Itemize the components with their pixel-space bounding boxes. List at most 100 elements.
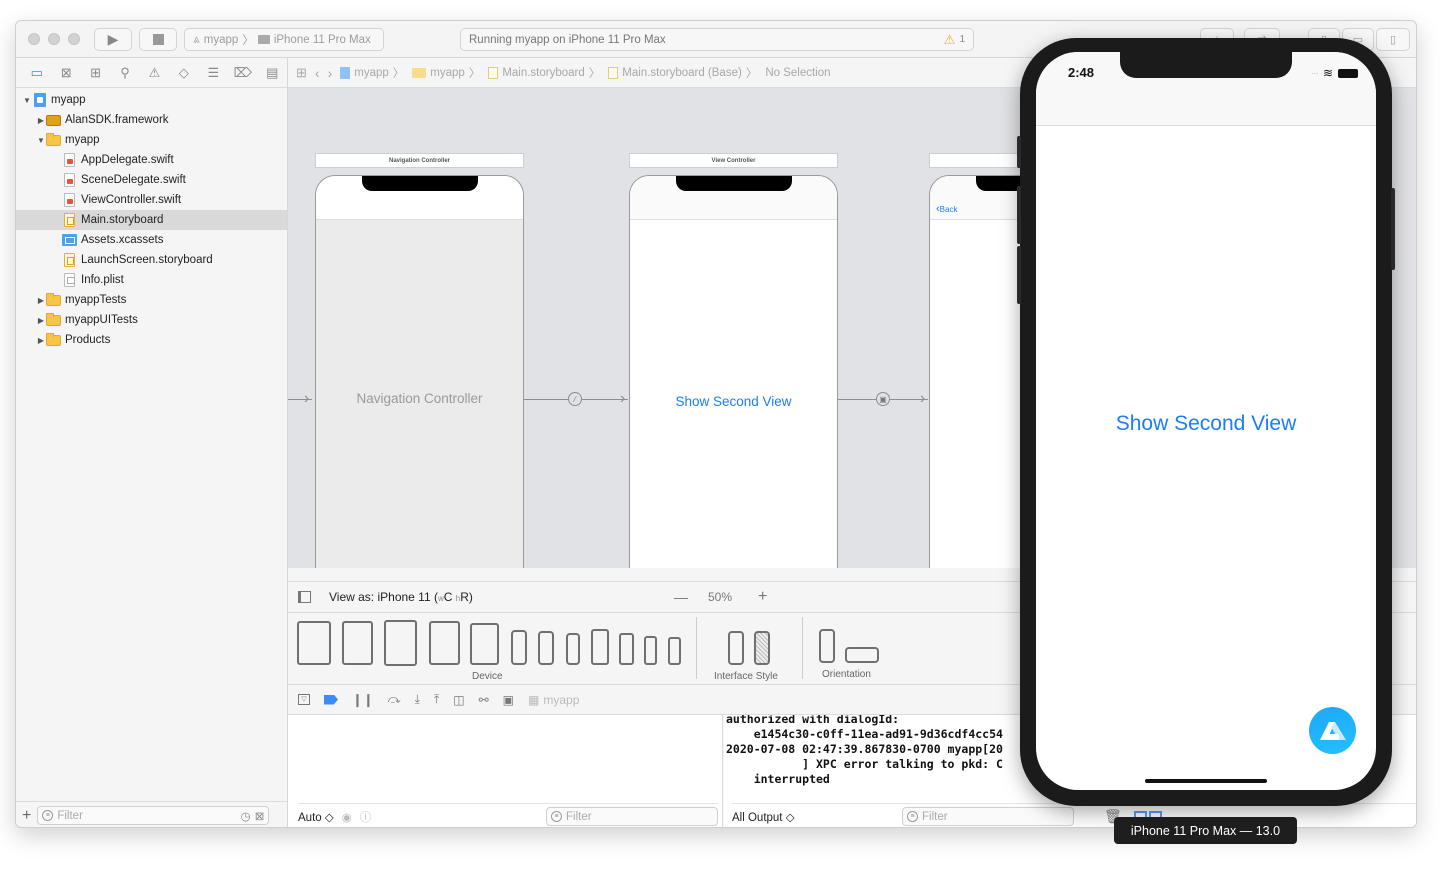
zoom-window-button[interactable] (68, 33, 80, 45)
minimize-window-button[interactable] (48, 33, 60, 45)
scene-view-controller[interactable]: Show Second View (629, 175, 838, 568)
tree-item[interactable]: AppDelegate.swift (16, 150, 287, 170)
simulator-screen[interactable]: 2:48 ···· ≋ Show Second View (1036, 52, 1376, 790)
tree-item[interactable]: SceneDelegate.swift (16, 170, 287, 190)
memory-graph-icon[interactable]: ⚯ (479, 693, 489, 707)
disclosure-right-icon[interactable]: ▶ (36, 316, 46, 325)
show-second-view-button[interactable]: Show Second View (630, 394, 837, 409)
run-button[interactable]: ▶ (94, 28, 132, 51)
device-iphone-se-icon[interactable] (644, 636, 657, 665)
folder-icon[interactable]: ▭ (22, 63, 51, 83)
light-appearance-icon[interactable] (728, 631, 744, 665)
search-icon[interactable]: ⚲ (110, 63, 139, 83)
step-into-icon[interactable]: ⤓ (415, 692, 420, 707)
tree-item[interactable]: ▶ AlanSDK.framework (16, 110, 287, 130)
tree-item[interactable]: LaunchScreen.storyboard (16, 250, 287, 270)
breadcrumb-localization[interactable]: Main.storyboard (Base) 〉 (608, 65, 757, 81)
location-icon[interactable]: ▦ (528, 693, 539, 707)
step-over-icon[interactable]: ⤼ (388, 692, 401, 707)
breadcrumb-selection[interactable]: No Selection (765, 67, 830, 79)
variables-scope-select[interactable]: Auto ◇ (298, 810, 334, 824)
tree-item[interactable]: ▶ Products (16, 330, 287, 350)
back-arrow-icon[interactable]: ‹ (315, 65, 320, 81)
disclosure-right-icon[interactable]: ▶ (36, 336, 46, 345)
device-iphone-11-icon[interactable] (538, 631, 554, 665)
source-control-icon[interactable]: ⊠ (51, 63, 80, 83)
volume-down-button[interactable] (1017, 246, 1021, 304)
environment-overrides-icon[interactable]: ▣ (503, 693, 514, 707)
scene-title-view-controller[interactable]: View Controller (629, 153, 838, 168)
volume-up-button[interactable] (1017, 186, 1021, 244)
disclosure-down-icon[interactable]: ▼ (22, 96, 32, 105)
console-filter-input[interactable]: ≡ Filter (902, 807, 1074, 826)
source-control-filter-icon[interactable]: ⊠ (255, 809, 265, 823)
device-iphone-11-pro-max-icon[interactable] (511, 630, 527, 665)
device-iphone-8-plus-icon[interactable] (591, 629, 609, 665)
relationship-segue-icon[interactable]: ⁄ (568, 392, 582, 406)
close-window-button[interactable] (28, 33, 40, 45)
stop-button[interactable] (139, 28, 177, 51)
disclosure-right-icon[interactable]: ▶ (36, 296, 46, 305)
device-iphone-4s-icon[interactable] (668, 637, 681, 665)
home-indicator[interactable] (1145, 779, 1267, 783)
output-select[interactable]: All Output ◇ (732, 810, 795, 824)
report-bubble-icon[interactable]: ▤ (258, 63, 287, 83)
breadcrumb-file[interactable]: Main.storyboard 〉 (488, 65, 600, 81)
alan-voice-button[interactable] (1309, 707, 1356, 754)
show-segue-icon[interactable]: ▣ (876, 392, 890, 406)
pause-icon[interactable]: ❙❙ (352, 692, 374, 708)
side-power-button[interactable] (1391, 188, 1395, 270)
zoom-level[interactable]: 50% (708, 590, 732, 604)
silent-switch[interactable] (1017, 136, 1021, 168)
test-diamond-icon[interactable]: ◇ (169, 63, 198, 83)
tree-item[interactable]: Info.plist (16, 270, 287, 290)
tree-item[interactable]: ▼ myapp (16, 90, 287, 110)
device-iphone-11-pro-icon[interactable] (566, 633, 580, 665)
recent-files-icon[interactable]: ◷ (241, 809, 251, 823)
warning-indicator[interactable]: ⚠ 1 (944, 32, 965, 48)
device-ipad-pro-11-icon[interactable] (342, 621, 373, 665)
portrait-orientation-icon[interactable] (819, 629, 835, 663)
document-outline-toggle-icon[interactable] (298, 591, 311, 603)
debug-list-icon[interactable]: ☰ (199, 63, 228, 83)
warning-icon[interactable]: ⚠ (140, 63, 169, 83)
zoom-out-button[interactable]: — (674, 589, 688, 605)
zoom-in-button[interactable]: + (758, 588, 767, 606)
breadcrumb-folder[interactable]: myapp 〉 (412, 65, 480, 81)
device-ipad-icon[interactable] (429, 621, 460, 665)
tree-item-selected[interactable]: Main.storyboard (16, 210, 287, 230)
info-icon[interactable]: ⓘ (360, 809, 372, 825)
tree-item[interactable]: ▼ myapp (16, 130, 287, 150)
device-ipad-air-icon[interactable] (384, 620, 417, 666)
dark-appearance-icon[interactable] (754, 631, 770, 665)
variables-filter-input[interactable]: ≡ Filter (546, 807, 718, 826)
breadcrumb-project[interactable]: myapp 〉 (340, 65, 404, 81)
tree-item[interactable]: Assets.xcassets (16, 230, 287, 250)
back-button[interactable]: ‹Back (936, 203, 957, 215)
scheme-selector[interactable]: ⩓ myapp 〉 iPhone 11 Pro Max (184, 28, 384, 51)
view-as-button[interactable]: View as: iPhone 11 (wC hR) (329, 590, 473, 604)
toggle-inspector-button[interactable]: ▯ (1376, 28, 1410, 51)
related-items-icon[interactable]: ⊞ (296, 65, 307, 81)
tree-item[interactable]: ViewController.swift (16, 190, 287, 210)
view-debugger-icon[interactable]: ◫ (453, 693, 464, 707)
add-file-icon[interactable]: + (22, 807, 31, 825)
tree-item[interactable]: ▶ myappUITests (16, 310, 287, 330)
hide-debug-area-icon[interactable]: ▽ (298, 694, 310, 705)
tree-item[interactable]: ▶ myappTests (16, 290, 287, 310)
disclosure-right-icon[interactable]: ▶ (36, 116, 46, 125)
step-out-icon[interactable]: ⤒ (434, 692, 439, 707)
scene-navigation-controller[interactable]: Navigation Controller (315, 175, 524, 568)
forward-arrow-icon[interactable]: › (328, 65, 333, 81)
navigator-filter-input[interactable]: ≡ Filter ◷ ⊠ (37, 806, 270, 825)
scene-title-navigation-controller[interactable]: Navigation Controller (315, 153, 524, 168)
quick-look-icon[interactable]: ◉ (342, 810, 352, 824)
show-second-view-button[interactable]: Show Second View (1036, 412, 1376, 436)
landscape-orientation-icon[interactable] (845, 647, 879, 663)
hierarchy-icon[interactable]: ⊞ (81, 63, 110, 83)
device-ipad-mini-icon[interactable] (470, 623, 499, 665)
disclosure-down-icon[interactable]: ▼ (36, 136, 46, 145)
device-ipad-pro-12-icon[interactable] (297, 621, 331, 665)
breakpoints-toggle-icon[interactable] (324, 694, 338, 705)
breakpoint-icon[interactable]: ⌦ (228, 63, 257, 83)
